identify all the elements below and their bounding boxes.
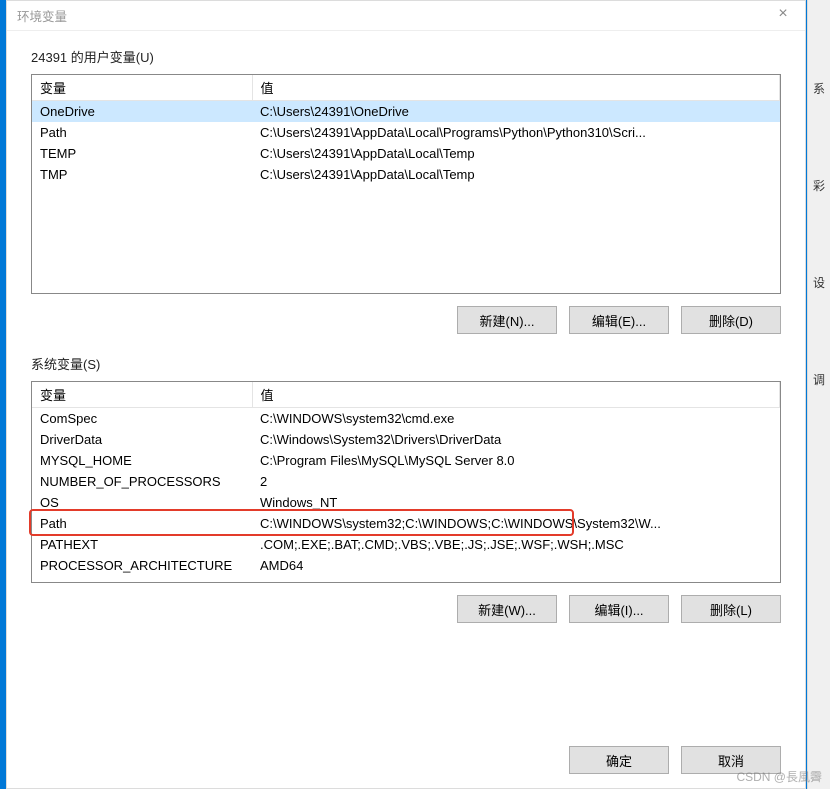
system-vars-table: 变量 值 ComSpecC:\WINDOWS\system32\cmd.exeD… [32,382,780,576]
background-partial-window: 系 彩 设 调 [807,0,830,789]
close-icon[interactable]: × [769,5,797,23]
var-name-cell: TMP [32,164,252,185]
var-name-cell: Path [32,122,252,143]
sys-col-value[interactable]: 值 [252,382,780,408]
watermark-text: CSDN @長風霽 [736,768,822,785]
sys-delete-button[interactable]: 删除(L) [681,595,781,623]
var-value-cell: C:\Users\24391\AppData\Local\Programs\Py… [252,122,780,143]
user-vars-table: 变量 值 OneDriveC:\Users\24391\OneDrivePath… [32,75,780,185]
table-row[interactable]: ComSpecC:\WINDOWS\system32\cmd.exe [32,408,780,430]
bg-label: 系 [808,80,830,97]
ok-button[interactable]: 确定 [569,746,669,774]
bg-label: 调 [808,371,830,388]
user-vars-buttons: 新建(N)... 编辑(E)... 删除(D) [31,306,781,334]
user-edit-button[interactable]: 编辑(E)... [569,306,669,334]
bg-label: 彩 [808,177,830,194]
user-vars-label: 24391 的用户变量(U) [31,47,781,66]
table-row[interactable]: NUMBER_OF_PROCESSORS2 [32,471,780,492]
var-name-cell: NUMBER_OF_PROCESSORS [32,471,252,492]
bg-label: 设 [808,274,830,291]
var-value-cell: Windows_NT [252,492,780,513]
dialog-button-row: 确定 取消 [7,734,805,788]
sys-new-button[interactable]: 新建(W)... [457,595,557,623]
var-name-cell: TEMP [32,143,252,164]
table-row[interactable]: TMPC:\Users\24391\AppData\Local\Temp [32,164,780,185]
system-vars-label: 系统变量(S) [31,354,781,373]
table-row[interactable]: PROCESSOR_ARCHITECTUREAMD64 [32,555,780,576]
dialog-title: 环境变量 [17,6,67,25]
sys-col-variable[interactable]: 变量 [32,382,252,408]
var-name-cell: OS [32,492,252,513]
var-name-cell: OneDrive [32,101,252,123]
var-value-cell: C:\Program Files\MySQL\MySQL Server 8.0 [252,450,780,471]
var-value-cell: AMD64 [252,555,780,576]
user-vars-listbox[interactable]: 变量 值 OneDriveC:\Users\24391\OneDrivePath… [31,74,781,294]
table-row[interactable]: MYSQL_HOMEC:\Program Files\MySQL\MySQL S… [32,450,780,471]
user-vars-group: 24391 的用户变量(U) 变量 值 OneDriveC:\Users\243… [31,47,781,334]
table-row[interactable]: OSWindows_NT [32,492,780,513]
var-value-cell: .COM;.EXE;.BAT;.CMD;.VBS;.VBE;.JS;.JSE;.… [252,534,780,555]
table-row[interactable]: PathC:\Users\24391\AppData\Local\Program… [32,122,780,143]
table-row[interactable]: TEMPC:\Users\24391\AppData\Local\Temp [32,143,780,164]
user-col-variable[interactable]: 变量 [32,75,252,101]
titlebar: 环境变量 × [7,1,805,31]
table-row[interactable]: DriverDataC:\Windows\System32\Drivers\Dr… [32,429,780,450]
var-name-cell: ComSpec [32,408,252,430]
var-name-cell: MYSQL_HOME [32,450,252,471]
var-value-cell: C:\Users\24391\OneDrive [252,101,780,123]
user-delete-button[interactable]: 删除(D) [681,306,781,334]
table-row[interactable]: PATHEXT.COM;.EXE;.BAT;.CMD;.VBS;.VBE;.JS… [32,534,780,555]
system-vars-buttons: 新建(W)... 编辑(I)... 删除(L) [31,595,781,623]
var-value-cell: 2 [252,471,780,492]
table-row[interactable]: OneDriveC:\Users\24391\OneDrive [32,101,780,123]
var-value-cell: C:\WINDOWS\system32\cmd.exe [252,408,780,430]
system-vars-group: 系统变量(S) 变量 值 ComSpecC:\WINDOWS\system32\… [31,354,781,623]
dialog-content: 24391 的用户变量(U) 变量 值 OneDriveC:\Users\243… [7,31,805,734]
var-name-cell: PROCESSOR_ARCHITECTURE [32,555,252,576]
var-value-cell: C:\WINDOWS\system32;C:\WINDOWS;C:\WINDOW… [252,513,780,534]
var-name-cell: DriverData [32,429,252,450]
sys-edit-button[interactable]: 编辑(I)... [569,595,669,623]
var-value-cell: C:\Users\24391\AppData\Local\Temp [252,143,780,164]
env-vars-dialog: 环境变量 × 24391 的用户变量(U) 变量 值 OneDriveC:\Us… [6,0,806,789]
var-value-cell: C:\Users\24391\AppData\Local\Temp [252,164,780,185]
var-value-cell: C:\Windows\System32\Drivers\DriverData [252,429,780,450]
var-name-cell: PATHEXT [32,534,252,555]
var-name-cell: Path [32,513,252,534]
table-row-path[interactable]: PathC:\WINDOWS\system32;C:\WINDOWS;C:\WI… [32,513,780,534]
user-new-button[interactable]: 新建(N)... [457,306,557,334]
system-vars-listbox[interactable]: 变量 值 ComSpecC:\WINDOWS\system32\cmd.exeD… [31,381,781,583]
user-col-value[interactable]: 值 [252,75,780,101]
